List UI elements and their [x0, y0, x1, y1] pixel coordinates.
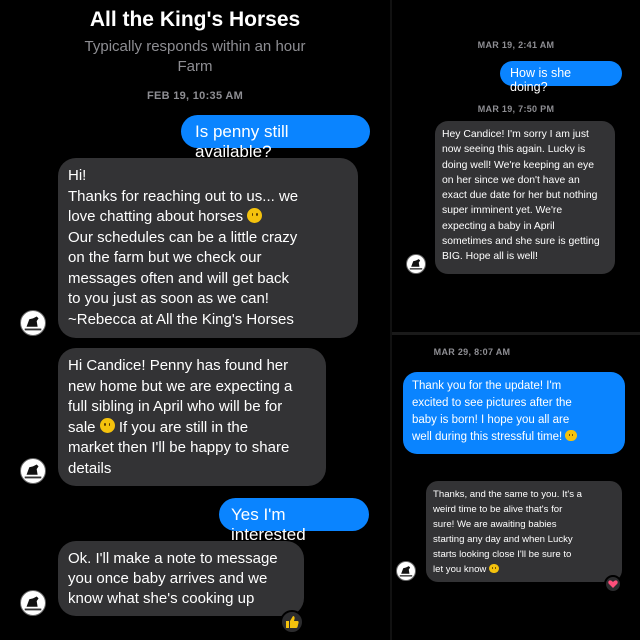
message-text: Yes I'm interested: [231, 505, 306, 544]
left-conversation-pane: All the King's Horses Typically responds…: [0, 0, 390, 640]
message-line: to you just as soon as we can!: [68, 290, 269, 307]
smile-emoji-icon: [247, 207, 263, 223]
message-line: expecting a baby in April: [442, 220, 555, 232]
avatar[interactable]: [406, 254, 426, 274]
message-line: sale If you are still in the: [68, 418, 249, 436]
message-line: super imminent yet. We're: [442, 205, 563, 217]
message-line: Hey Candice! I'm sorry I am just: [442, 129, 589, 140]
message-line: well during this stressful time!: [412, 429, 616, 446]
message-line: on her since we don't have an: [442, 174, 580, 186]
message-line: Thanks for reaching out to us... we: [68, 187, 299, 205]
outgoing-message[interactable]: Thank you for the update! I'm excited to…: [403, 372, 625, 454]
timestamp: FEB 19, 10:35 AM: [146, 90, 244, 102]
message-line: BIG. Hope all is well!: [442, 251, 538, 263]
reaction-badge[interactable]: [604, 575, 622, 593]
message-line: excited to see pictures after the: [412, 397, 572, 409]
message-line: sure! We are awaiting babies: [433, 519, 557, 530]
message-text: How is she doing?: [510, 66, 572, 94]
incoming-message[interactable]: Thanks, and the same to you. It's a weir…: [426, 481, 622, 582]
message-line: starting any day and when Lucky: [433, 534, 573, 545]
message-line: weird time to be alive that's for: [433, 504, 563, 515]
message-line: Thank you for the update! I'm: [412, 380, 562, 392]
timestamp: MAR 19, 2:41 AM: [477, 40, 555, 50]
message-line: details: [68, 459, 112, 477]
message-line: let you know: [433, 562, 615, 577]
message-line: sometimes and she sure is getting: [442, 236, 600, 248]
message-line: know what she's cooking up: [68, 590, 255, 607]
avatar[interactable]: [20, 590, 46, 616]
message-line: starts looking close I'll be sure to: [433, 549, 572, 560]
message-line: you once baby arrives and we: [68, 570, 268, 587]
incoming-message[interactable]: Ok. I'll make a note to message you once…: [58, 541, 304, 616]
message-line: Our schedules can be a little crazy: [68, 228, 298, 246]
message-line: new home but we are expecting a: [68, 377, 293, 395]
incoming-message[interactable]: Hi Candice! Penny has found her new home…: [58, 348, 326, 486]
page-title: All the King's Horses: [89, 8, 301, 31]
smile-emoji-icon: [489, 563, 499, 574]
message-line: doing well! We're keeping an eye: [442, 159, 594, 171]
message-line: Hi!: [68, 167, 87, 184]
message-line: Hi Candice! Penny has found her: [68, 357, 289, 374]
smile-emoji-icon: [99, 418, 115, 434]
message-line: love chatting about horses: [68, 207, 348, 228]
outgoing-message[interactable]: How is she doing?: [500, 61, 622, 94]
right-lower-pane: MAR 29, 8:07 AM Thank you for the update…: [392, 335, 640, 640]
incoming-message[interactable]: Hey Candice! I'm sorry I am just now see…: [435, 121, 615, 274]
reaction-badge[interactable]: [280, 610, 304, 634]
message-text: Is penny still available?: [195, 122, 289, 161]
message-line: ~Rebecca at All the King's Horses: [68, 310, 294, 328]
timestamp: MAR 19, 7:50 PM: [477, 104, 555, 114]
message-line: full sibling in April who will be for: [68, 398, 283, 415]
message-line: on the farm but we check our: [68, 249, 262, 266]
outgoing-message[interactable]: Is penny still available?: [181, 115, 370, 161]
message-line: market then I'll be happy to share: [68, 439, 290, 456]
avatar[interactable]: [20, 458, 46, 484]
thumbs-up-icon: [286, 616, 299, 628]
message-line: Thanks, and the same to you. It's a: [433, 489, 583, 500]
incoming-message[interactable]: Hi! Thanks for reaching out to us... we …: [58, 158, 358, 338]
heart-icon: [608, 580, 618, 588]
avatar[interactable]: [20, 310, 46, 336]
timestamp: MAR 29, 8:07 AM: [433, 347, 511, 357]
business-category: Farm: [177, 58, 213, 75]
message-line: exact due date for her but nothing: [442, 190, 598, 202]
smile-emoji-icon: [565, 429, 577, 442]
outgoing-message[interactable]: Yes I'm interested: [219, 498, 369, 544]
message-line: messages often and will get back: [68, 269, 289, 287]
message-line: now seeing this again. Lucky is: [442, 144, 586, 156]
message-line: baby is born! I hope you all are: [412, 414, 570, 426]
response-time-text: Typically responds within an hour: [84, 38, 306, 55]
avatar[interactable]: [396, 561, 416, 581]
message-line: Ok. I'll make a note to message: [68, 550, 278, 567]
